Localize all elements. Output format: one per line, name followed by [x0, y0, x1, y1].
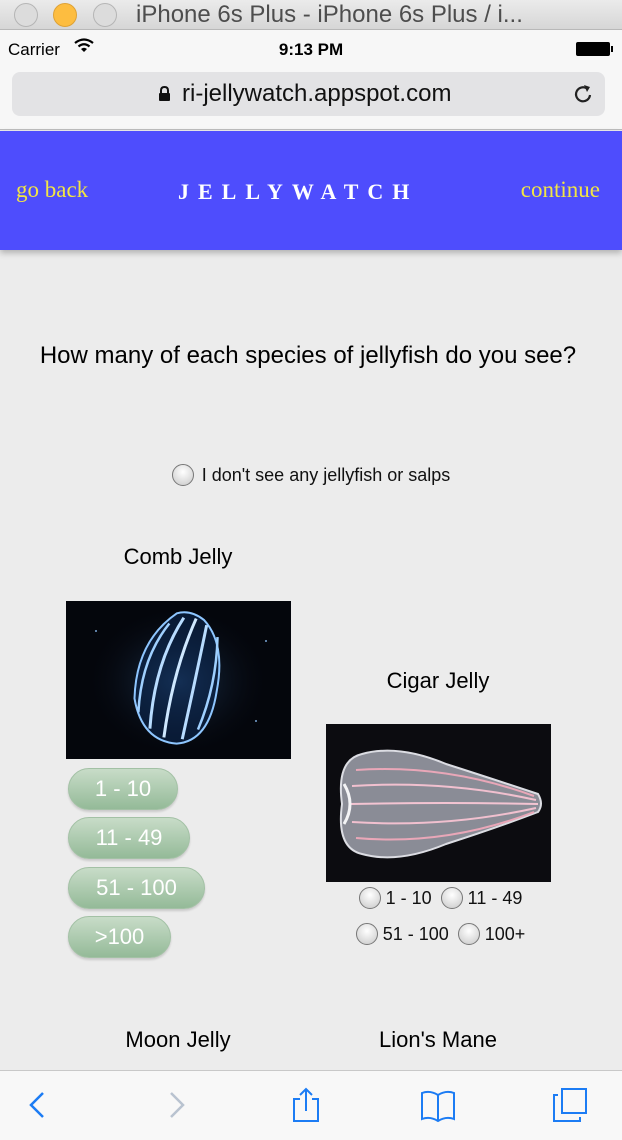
go-back-link[interactable]: go back — [16, 177, 88, 203]
safari-toolbar — [0, 1070, 622, 1140]
tabs-icon[interactable] — [552, 1087, 588, 1123]
cigar-range-100-plus-radio[interactable] — [457, 923, 480, 946]
no-jellyfish-radio[interactable] — [171, 464, 194, 487]
cigar-range-1-10-radio[interactable] — [358, 887, 381, 910]
simulator-window: iPhone 6s Plus - iPhone 6s Plus / i... C… — [0, 0, 622, 1140]
comb-range-over-100-button[interactable]: >100 — [68, 916, 171, 958]
comb-range-1-10-button[interactable]: 1 - 10 — [68, 768, 178, 810]
comb-jelly-title: Comb Jelly — [123, 544, 233, 569]
status-time: 9:13 PM — [278, 40, 344, 59]
window-title: iPhone 6s Plus - iPhone 6s Plus / i... — [136, 1, 523, 28]
cigar-options-row-1: 1 - 10 11 - 49 — [326, 887, 551, 910]
browser-chrome: ri-jellywatch.appspot.com — [0, 66, 622, 130]
address-bar[interactable]: ri-jellywatch.appspot.com — [12, 72, 605, 116]
cigar-range-51-100-label: 51 - 100 — [382, 923, 449, 944]
share-icon[interactable] — [288, 1087, 324, 1123]
back-icon[interactable] — [20, 1087, 56, 1123]
moon-jelly-title: Moon Jelly — [125, 1027, 231, 1052]
cigar-range-11-49-radio[interactable] — [440, 887, 463, 910]
cigar-range-1-10-label: 1 - 10 — [385, 887, 432, 908]
close-window-button[interactable] — [14, 3, 38, 27]
status-bar: Carrier 9:13 PM — [0, 30, 622, 66]
lions-mane-title: Lion's Mane — [379, 1027, 497, 1052]
comb-range-11-49-button[interactable]: 11 - 49 — [68, 817, 190, 859]
cigar-jelly-image — [326, 724, 551, 882]
no-jellyfish-label: I don't see any jellyfish or salps — [201, 464, 451, 485]
no-jellyfish-option[interactable]: I don't see any jellyfish or salps — [0, 464, 622, 487]
cigar-range-51-100-radio[interactable] — [355, 923, 378, 946]
app-header: go back JELLYWATCH continue — [0, 131, 622, 250]
reload-icon[interactable] — [571, 82, 595, 106]
cigar-range-100-plus-label: 100+ — [484, 923, 526, 944]
cigar-range-11-49-label: 11 - 49 — [467, 887, 523, 908]
battery-icon — [576, 42, 613, 56]
minimize-window-button[interactable] — [53, 3, 77, 27]
comb-jelly-image — [66, 601, 291, 759]
cigar-jelly-title: Cigar Jelly — [386, 668, 490, 693]
window-title-bar: iPhone 6s Plus - iPhone 6s Plus / i... — [0, 0, 622, 30]
bookmarks-icon[interactable] — [420, 1087, 456, 1123]
comb-range-51-100-button[interactable]: 51 - 100 — [68, 867, 205, 909]
lock-icon — [159, 86, 170, 101]
zoom-window-button[interactable] — [93, 3, 117, 27]
brand-title: JELLYWATCH — [178, 179, 419, 204]
continue-link[interactable]: continue — [521, 177, 600, 203]
forward-icon[interactable] — [158, 1087, 194, 1123]
cigar-options-row-2: 51 - 100 100+ — [326, 923, 551, 946]
url-text: ri-jellywatch.appspot.com — [182, 80, 452, 107]
question-heading: How many of each species of jellyfish do… — [39, 342, 577, 369]
